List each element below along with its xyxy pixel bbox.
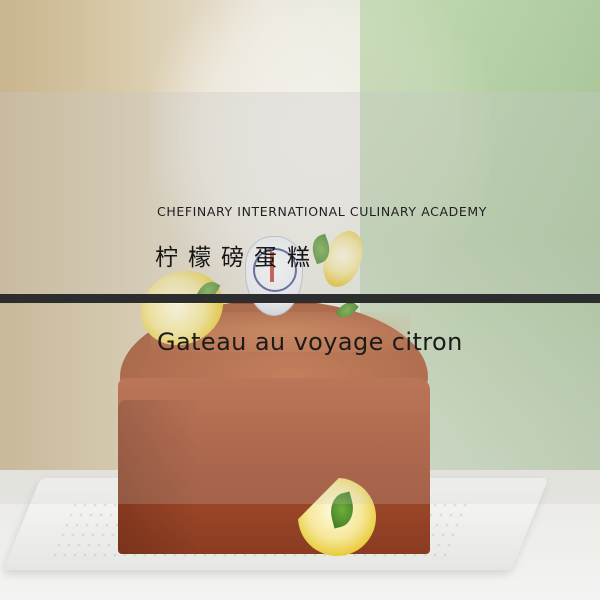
french-title: Gateau au voyage citron	[157, 328, 463, 356]
divider-line	[0, 294, 600, 303]
academy-name: CHEFINARY INTERNATIONAL CULINARY ACADEMY	[157, 204, 487, 219]
chinese-title: 柠檬磅蛋糕	[155, 245, 320, 271]
